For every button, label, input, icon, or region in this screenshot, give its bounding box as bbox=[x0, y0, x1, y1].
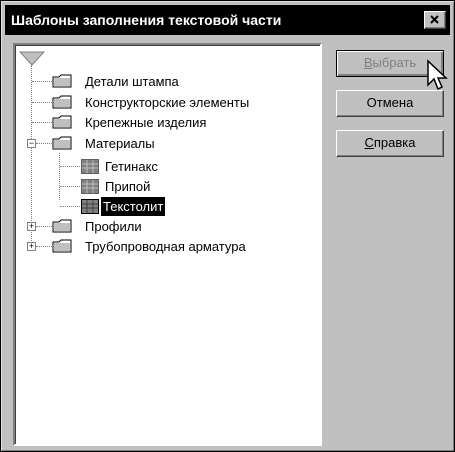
tree-connector bbox=[32, 81, 52, 83]
tree-item-pipe-fittings[interactable]: + Трубопроводная арматура bbox=[15, 237, 315, 256]
folder-icon bbox=[52, 219, 72, 233]
mouse-cursor-icon bbox=[427, 59, 448, 91]
tree-item-label: Профили bbox=[85, 219, 142, 234]
tree-item-materials[interactable]: − Материалы bbox=[15, 134, 315, 153]
tree-connector bbox=[60, 186, 80, 188]
help-button[interactable]: Справка bbox=[336, 130, 444, 157]
cancel-label: Отмена bbox=[366, 95, 414, 110]
tree-item-label: Текстолит bbox=[101, 197, 166, 216]
cancel-button[interactable]: Отмена bbox=[336, 90, 444, 117]
close-icon bbox=[430, 15, 439, 24]
tree-connector bbox=[36, 143, 52, 145]
help-label: правка bbox=[373, 135, 416, 150]
expand-toggle[interactable]: + bbox=[27, 222, 36, 231]
folder-icon bbox=[52, 115, 72, 129]
tree-item-label: Крепежные изделия bbox=[85, 115, 207, 130]
tree-item-fasteners[interactable]: Крепежные изделия bbox=[15, 113, 315, 132]
tree-item-profiles[interactable]: + Профили bbox=[15, 217, 315, 236]
title-bar: Шаблоны заполнения текстовой части bbox=[5, 5, 450, 35]
table-icon bbox=[81, 159, 99, 174]
collapse-toggle[interactable]: − bbox=[27, 139, 36, 148]
tree-item-details[interactable]: Детали штампа bbox=[15, 72, 315, 91]
folder-icon bbox=[52, 239, 72, 253]
help-accel: С bbox=[364, 135, 374, 150]
template-dialog: Шаблоны заполнения текстовой части Детал… bbox=[0, 0, 455, 452]
close-button[interactable] bbox=[424, 11, 446, 29]
expand-toggle[interactable]: + bbox=[27, 242, 36, 251]
tree-item-textolite[interactable]: Текстолит bbox=[15, 197, 315, 216]
tree-connector bbox=[60, 166, 80, 168]
tree-item-label: Трубопроводная арматура bbox=[85, 239, 246, 254]
tree-item-getinax[interactable]: Гетинакс bbox=[15, 157, 315, 176]
tree-connector bbox=[36, 226, 52, 228]
tree-item-label: Припой bbox=[105, 179, 151, 194]
tree-connector bbox=[36, 246, 52, 248]
tree-item-design[interactable]: Конструкторские элементы bbox=[15, 93, 315, 112]
tree-connector bbox=[60, 206, 80, 208]
table-icon bbox=[81, 179, 99, 194]
tree-item-label: Гетинакс bbox=[105, 159, 158, 174]
tree-item-label: Материалы bbox=[85, 136, 155, 151]
select-label: ыбрать bbox=[372, 55, 417, 70]
table-icon bbox=[81, 199, 99, 214]
tree-item-label: Конструкторские элементы bbox=[85, 95, 250, 110]
tree-item-label: Детали штампа bbox=[85, 74, 179, 89]
window-title: Шаблоны заполнения текстовой части bbox=[11, 12, 282, 28]
template-tree[interactable]: Детали штампа Конструкторские элементы К… bbox=[13, 43, 322, 446]
tree-item-solder[interactable]: Припой bbox=[15, 177, 315, 196]
folder-icon bbox=[52, 95, 72, 109]
tree-connector bbox=[32, 122, 52, 124]
tree-connector bbox=[32, 102, 52, 104]
folder-open-icon bbox=[52, 136, 72, 150]
folder-icon bbox=[52, 74, 72, 88]
